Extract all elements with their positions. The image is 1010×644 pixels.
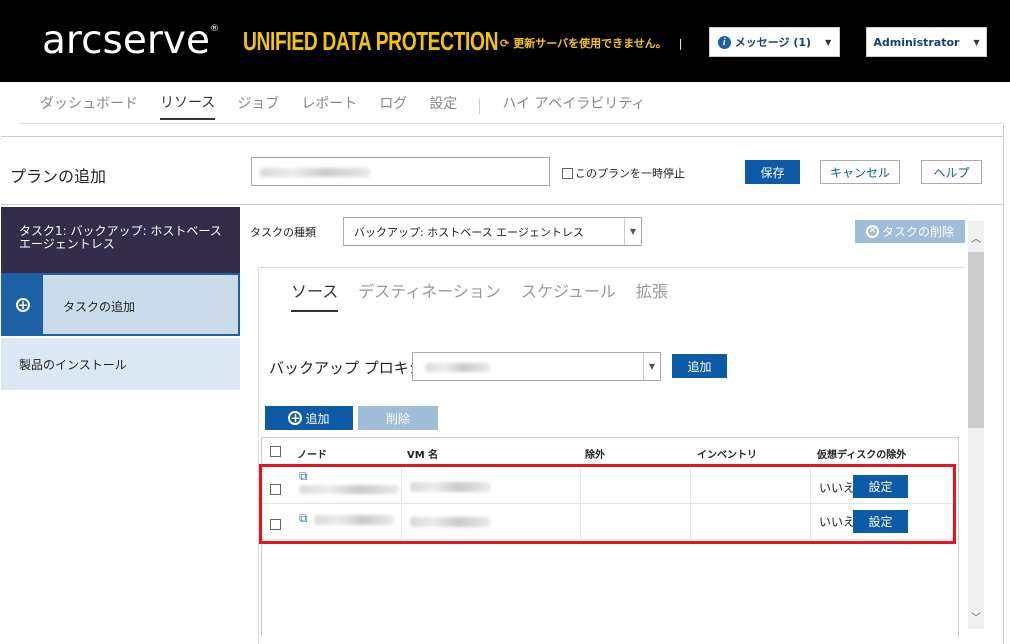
col-virtual-disk-exclude[interactable]: 仮想ディスクの除外 bbox=[817, 446, 906, 461]
pause-plan-label: このプランを一時停止 bbox=[575, 167, 685, 180]
scrollbar-thumb[interactable] bbox=[968, 252, 984, 428]
proxy-add-button[interactable]: 追加 bbox=[672, 354, 727, 378]
task-type-label: タスクの種類 bbox=[250, 226, 316, 239]
plus-circle-icon: + bbox=[16, 297, 30, 312]
tab-source[interactable]: ソース bbox=[291, 278, 339, 312]
refresh-icon: ⟳ bbox=[500, 36, 510, 50]
nav-settings[interactable]: 設定 bbox=[429, 93, 457, 119]
nav-dashboard[interactable]: ダッシュボード bbox=[40, 93, 138, 119]
sidebar-item-add-task[interactable]: + タスクの追加 bbox=[1, 273, 240, 336]
product-name: UNIFIED DATA PROTECTION bbox=[243, 26, 499, 56]
sidebar-item-task1[interactable]: タスク1: バックアップ: ホストベース エージェントレス bbox=[1, 207, 240, 273]
tab-schedule[interactable]: スケジュール bbox=[521, 278, 616, 312]
nav-jobs[interactable]: ジョブ bbox=[237, 93, 279, 119]
add-task-icon-box: + bbox=[3, 275, 43, 334]
add-node-button[interactable]: + 追加 bbox=[265, 406, 353, 430]
delete-task-label: タスクの削除 bbox=[881, 225, 954, 239]
content-top-border bbox=[258, 267, 964, 268]
install-label: 製品のインストール bbox=[19, 358, 127, 372]
update-status[interactable]: ⟳ 更新サーバを使用できません。 | bbox=[500, 35, 683, 51]
delete-node-button[interactable]: 削除 bbox=[358, 406, 438, 430]
task-type-value: バックアップ: ホストベース エージェントレス bbox=[354, 225, 584, 239]
update-status-text: 更新サーバを使用できません。 bbox=[513, 37, 667, 50]
messages-button[interactable]: i メッセージ (1) ▼ bbox=[709, 27, 840, 57]
nav-reports[interactable]: レポート bbox=[301, 93, 357, 119]
top-bar: arcserve® UNIFIED DATA PROTECTION ⟳ 更新サー… bbox=[0, 0, 1010, 82]
col-exclude[interactable]: 除外 bbox=[585, 446, 605, 461]
nav-high-availability[interactable]: ハイ アベイラビリティ bbox=[502, 93, 645, 119]
col-inventory[interactable]: インベントリ bbox=[697, 446, 757, 461]
nav-resources[interactable]: リソース bbox=[160, 92, 216, 120]
help-button[interactable]: ヘルプ bbox=[921, 160, 982, 184]
plus-circle-icon: + bbox=[288, 411, 303, 425]
backup-proxy-select[interactable]: ▼ bbox=[412, 352, 661, 381]
plan-name-input[interactable] bbox=[251, 157, 550, 186]
checkbox[interactable] bbox=[562, 167, 573, 179]
chevron-down-icon: ▼ bbox=[973, 37, 980, 47]
col-node[interactable]: ノード bbox=[297, 446, 327, 461]
chevron-down-icon[interactable]: ▼ bbox=[624, 218, 641, 245]
header-separator: | bbox=[678, 36, 683, 50]
nav-log[interactable]: ログ bbox=[379, 93, 407, 119]
delete-task-button[interactable]: ✕ タスクの削除 bbox=[855, 220, 965, 243]
nav-divider bbox=[479, 98, 481, 114]
chevron-down-icon[interactable]: ﹀ bbox=[968, 608, 984, 624]
add-task-label: タスクの追加 bbox=[63, 300, 136, 314]
tab-advanced[interactable]: 拡張 bbox=[636, 278, 668, 312]
chevron-down-icon: ▼ bbox=[825, 37, 832, 47]
redacted-text bbox=[260, 168, 370, 177]
highlight-box bbox=[259, 464, 956, 544]
user-label: Administrator bbox=[873, 35, 960, 49]
sidebar-task-label: タスク1: バックアップ: ホストベース エージェントレス bbox=[19, 224, 222, 251]
save-button[interactable]: 保存 bbox=[745, 160, 800, 184]
task-tabs: ソース デスティネーション スケジュール 拡張 bbox=[291, 278, 688, 312]
content-left-border bbox=[258, 267, 259, 644]
messages-label: メッセージ (1) bbox=[734, 36, 812, 49]
add-node-label: 追加 bbox=[305, 411, 330, 426]
page-title: プランの追加 bbox=[10, 167, 107, 186]
nav-underline bbox=[20, 123, 1004, 124]
chevron-up-icon[interactable]: ︿ bbox=[968, 230, 984, 245]
sidebar-item-install[interactable]: 製品のインストール bbox=[1, 338, 240, 390]
col-vm-name[interactable]: VM 名 bbox=[407, 446, 438, 461]
arcserve-logo: arcserve® bbox=[42, 18, 219, 63]
grid-header: ノード VM 名 除外 インベントリ 仮想ディスクの除外 bbox=[262, 438, 958, 465]
tab-destination[interactable]: デスティネーション bbox=[358, 278, 501, 312]
task-type-select[interactable]: バックアップ: ホストベース エージェントレス ▼ bbox=[343, 217, 642, 246]
main-nav: ダッシュボード リソース ジョブ レポート ログ 設定 ハイ アベイラビリティ bbox=[40, 92, 667, 120]
redacted-text bbox=[425, 363, 490, 372]
x-circle-icon: ✕ bbox=[865, 225, 879, 238]
info-icon: i bbox=[717, 35, 731, 49]
chevron-down-icon[interactable]: ▼ bbox=[643, 353, 660, 380]
user-menu-button[interactable]: Administrator ▼ bbox=[866, 27, 987, 57]
pause-plan-checkbox[interactable]: このプランを一時停止 bbox=[562, 165, 685, 181]
cancel-button[interactable]: キャンセル bbox=[820, 160, 900, 184]
backup-proxy-label: バックアップ プロキシ bbox=[269, 359, 424, 377]
select-all-checkbox[interactable] bbox=[270, 446, 281, 457]
